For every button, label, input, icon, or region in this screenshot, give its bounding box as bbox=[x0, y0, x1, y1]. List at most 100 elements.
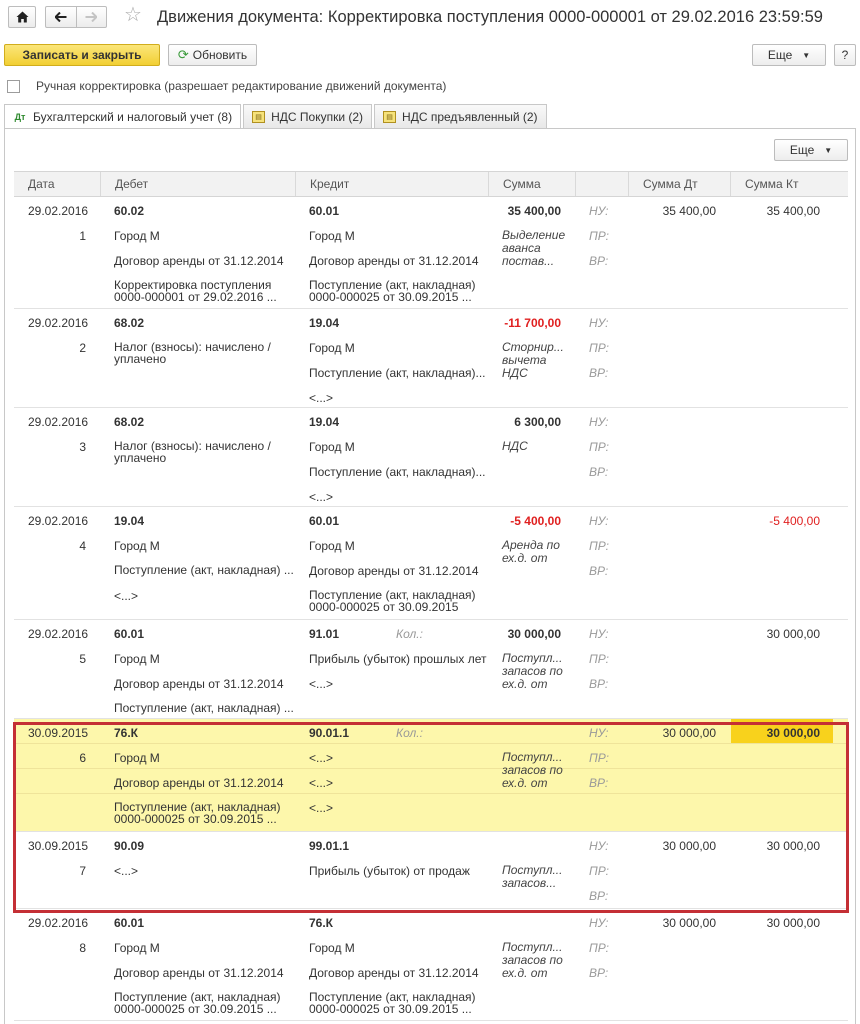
credit-subconto[interactable]: Поступление (акт, накладная) 0000-000025… bbox=[309, 991, 489, 1015]
entry-content[interactable]: Поступл... запасов... bbox=[502, 864, 572, 890]
column-header-credit[interactable]: Кредит bbox=[295, 172, 488, 196]
credit-subconto[interactable]: Город М bbox=[309, 539, 489, 553]
credit-subconto[interactable]: Прибыль (убыток) прошлых лет bbox=[309, 652, 489, 666]
tab-vat-presented[interactable]: ▤ НДС предъявленный (2) bbox=[374, 104, 547, 128]
favorite-star-icon[interactable]: ☆ bbox=[124, 5, 142, 25]
debit-subconto[interactable]: <...> bbox=[114, 589, 294, 603]
credit-subconto[interactable]: Договор аренды от 31.12.2014 bbox=[309, 966, 489, 980]
credit-subconto[interactable]: <...> bbox=[309, 801, 489, 815]
table-row[interactable]: 29.02.2016 2 68.02 Налог (взносы): начислен… bbox=[14, 309, 848, 408]
credit-subconto[interactable]: Город М bbox=[309, 229, 489, 243]
tab-vat-purchases[interactable]: ▤ НДС Покупки (2) bbox=[243, 104, 373, 128]
entry-content[interactable]: Аренда по ех.д. от bbox=[502, 539, 572, 565]
credit-account[interactable]: 19.04 bbox=[309, 415, 489, 429]
table-row[interactable]: 29.02.2016 1 60.02 Город М Договор аренды от… bbox=[14, 197, 848, 309]
table-more-menu-button[interactable]: Еще ▼ bbox=[774, 139, 848, 161]
entry-sum[interactable]: 35 400,00 bbox=[494, 204, 561, 218]
debit-subconto[interactable]: Договор аренды от 31.12.2014 bbox=[114, 254, 294, 268]
entry-content[interactable]: Сторнир... вычета НДС bbox=[502, 341, 572, 380]
credit-account[interactable]: 60.01 bbox=[309, 204, 489, 218]
sum-kt[interactable]: -5 400,00 bbox=[730, 514, 820, 528]
debit-account[interactable]: 68.02 bbox=[114, 316, 294, 330]
entry-content[interactable]: Поступл... запасов по ех.д. от bbox=[502, 751, 572, 790]
column-header-sum-kt[interactable]: Сумма Кт bbox=[730, 172, 848, 196]
debit-subconto[interactable]: Налог (взносы): начислено / уплачено bbox=[114, 341, 294, 365]
home-button[interactable] bbox=[8, 6, 36, 28]
debit-account[interactable]: 60.01 bbox=[114, 627, 294, 641]
debit-subconto[interactable]: Город М bbox=[114, 941, 294, 955]
entry-sum[interactable]: 30 000,00 bbox=[494, 627, 561, 641]
credit-subconto[interactable]: Поступление (акт, накладная)... bbox=[309, 366, 489, 380]
debit-account[interactable]: 60.02 bbox=[114, 204, 294, 218]
debit-subconto[interactable]: Город М bbox=[114, 751, 294, 765]
sum-kt[interactable]: 30 000,00 bbox=[730, 839, 820, 853]
sum-dt[interactable]: 30 000,00 bbox=[628, 726, 716, 740]
credit-subconto[interactable]: Город М bbox=[309, 941, 489, 955]
tab-accounting[interactable]: Дт Бухгалтерский и налоговый учет (8) bbox=[4, 104, 242, 129]
debit-subconto[interactable]: Корректировка поступления 0000-000001 от… bbox=[114, 279, 294, 303]
help-button[interactable]: ? bbox=[834, 44, 856, 66]
debit-subconto[interactable]: Договор аренды от 31.12.2014 bbox=[114, 677, 294, 691]
debit-account[interactable]: 19.04 bbox=[114, 514, 294, 528]
debit-subconto[interactable]: Поступление (акт, накладная) 0000-000025… bbox=[114, 991, 294, 1015]
credit-account[interactable]: 76.К bbox=[309, 916, 489, 930]
credit-subconto[interactable]: <...> bbox=[309, 490, 489, 504]
table-row[interactable]: 29.02.2016 5 60.01 Город М Договор аренды от… bbox=[14, 620, 848, 719]
column-header-sum-dt[interactable]: Сумма Дт bbox=[628, 172, 730, 196]
entry-content[interactable]: Поступл... запасов по ех.д. от bbox=[502, 652, 572, 691]
credit-account[interactable]: 19.04 bbox=[309, 316, 489, 330]
debit-subconto[interactable]: Поступление (акт, накладная) 0000-000025… bbox=[114, 801, 294, 825]
sum-dt[interactable]: 30 000,00 bbox=[628, 839, 716, 853]
debit-subconto[interactable]: Договор аренды от 31.12.2014 bbox=[114, 966, 294, 980]
save-and-close-button[interactable]: Записать и закрыть bbox=[4, 44, 160, 66]
refresh-button[interactable]: ⟳ Обновить bbox=[168, 44, 257, 66]
credit-subconto[interactable]: <...> bbox=[309, 391, 489, 405]
credit-subconto[interactable]: Город М bbox=[309, 341, 489, 355]
debit-subconto[interactable]: Город М bbox=[114, 229, 294, 243]
entry-sum[interactable]: -5 400,00 bbox=[494, 514, 561, 528]
sum-dt[interactable]: 35 400,00 bbox=[628, 204, 716, 218]
column-header-debit[interactable]: Дебет bbox=[100, 172, 295, 196]
sum-dt[interactable]: 30 000,00 bbox=[628, 916, 716, 930]
debit-account[interactable]: 60.01 bbox=[114, 916, 294, 930]
sum-kt[interactable]: 30 000,00 bbox=[730, 726, 820, 740]
entry-content[interactable]: НДС bbox=[502, 440, 572, 453]
entry-content[interactable]: Поступл... запасов по ех.д. от bbox=[502, 941, 572, 980]
credit-account[interactable]: 99.01.1 bbox=[309, 839, 489, 853]
credit-subconto[interactable]: Договор аренды от 31.12.2014 bbox=[309, 254, 489, 268]
entry-content[interactable]: Выделение аванса постав... bbox=[502, 229, 572, 268]
credit-subconto[interactable]: Поступление (акт, накладная)... bbox=[309, 465, 489, 479]
entry-sum[interactable]: -11 700,00 bbox=[494, 316, 561, 330]
sum-kt[interactable]: 30 000,00 bbox=[730, 627, 820, 641]
credit-subconto[interactable]: Поступление (акт, накладная) 0000-000025… bbox=[309, 279, 489, 303]
credit-subconto[interactable]: Поступление (акт, накладная) 0000-000025… bbox=[309, 589, 489, 613]
debit-account[interactable]: 76.К bbox=[114, 726, 294, 740]
credit-subconto[interactable]: <...> bbox=[309, 751, 489, 765]
credit-account[interactable]: 60.01 bbox=[309, 514, 489, 528]
credit-subconto[interactable]: Договор аренды от 31.12.2014 bbox=[309, 564, 489, 578]
table-row[interactable]: 30.09.2015 6 76.К Город М Договор аренды от … bbox=[14, 719, 848, 832]
debit-subconto[interactable]: Город М bbox=[114, 539, 294, 553]
debit-subconto[interactable]: Поступление (акт, накладная) ... bbox=[114, 702, 294, 714]
column-header-sum[interactable]: Сумма bbox=[488, 172, 575, 196]
debit-subconto[interactable]: Поступление (акт, накладная) ... bbox=[114, 564, 294, 576]
table-row[interactable]: 29.02.2016 3 68.02 Налог (взносы): начислен… bbox=[14, 408, 848, 507]
table-row[interactable]: 30.09.2015 7 90.09 <...> 99.01.1 Прибыль (убы… bbox=[14, 832, 848, 909]
credit-subconto[interactable]: Город М bbox=[309, 440, 489, 454]
column-header-date[interactable]: Дата bbox=[14, 172, 100, 196]
credit-subconto[interactable]: <...> bbox=[309, 776, 489, 790]
manual-correction-checkbox[interactable] bbox=[7, 79, 20, 93]
debit-subconto[interactable]: Налог (взносы): начислено / уплачено bbox=[114, 440, 294, 464]
debit-account[interactable]: 68.02 bbox=[114, 415, 294, 429]
credit-subconto[interactable]: <...> bbox=[309, 677, 489, 691]
entry-sum[interactable]: 6 300,00 bbox=[494, 415, 561, 429]
sum-kt[interactable]: 30 000,00 bbox=[730, 916, 820, 930]
debit-subconto[interactable]: Договор аренды от 31.12.2014 bbox=[114, 776, 294, 790]
forward-button[interactable] bbox=[75, 7, 106, 27]
back-button[interactable] bbox=[46, 7, 76, 27]
more-menu-button[interactable]: Еще ▼ bbox=[752, 44, 826, 66]
table-row[interactable]: 29.02.2016 8 60.01 Город М Договор аренды от… bbox=[14, 909, 848, 1021]
debit-subconto[interactable]: Город М bbox=[114, 652, 294, 666]
debit-account[interactable]: 90.09 bbox=[114, 839, 294, 853]
debit-subconto[interactable]: <...> bbox=[114, 864, 294, 878]
